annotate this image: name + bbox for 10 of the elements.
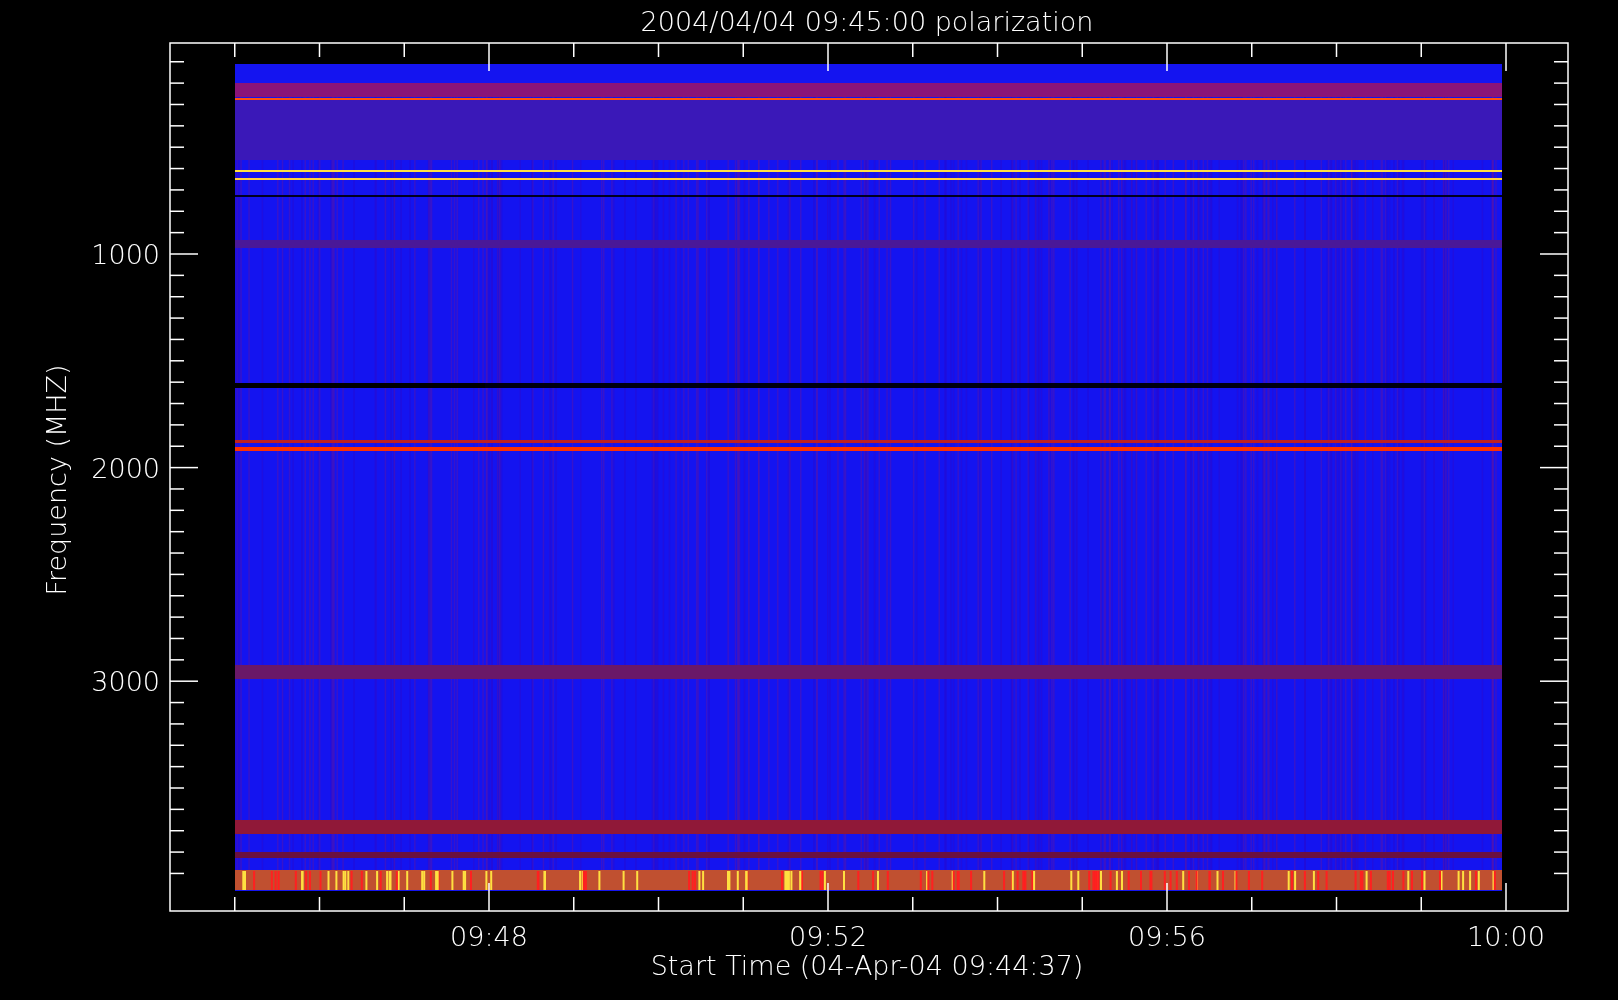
plot-title: 2004/04/04 09:45:00 polarization: [640, 6, 1094, 37]
tick-label: 09:48: [450, 921, 528, 952]
axis-label: Start Time (04-Apr-04 09:44:37): [650, 950, 1084, 981]
axis-label: Frequency (MHZ): [41, 364, 72, 596]
tick-label: 09:56: [1128, 921, 1206, 952]
tick-label: 3000: [91, 666, 160, 698]
tick-label: 10:00: [1467, 921, 1545, 952]
tick-label: 09:52: [789, 921, 867, 952]
tick-label: 2000: [91, 452, 160, 484]
tick-label: 1000: [91, 239, 160, 270]
